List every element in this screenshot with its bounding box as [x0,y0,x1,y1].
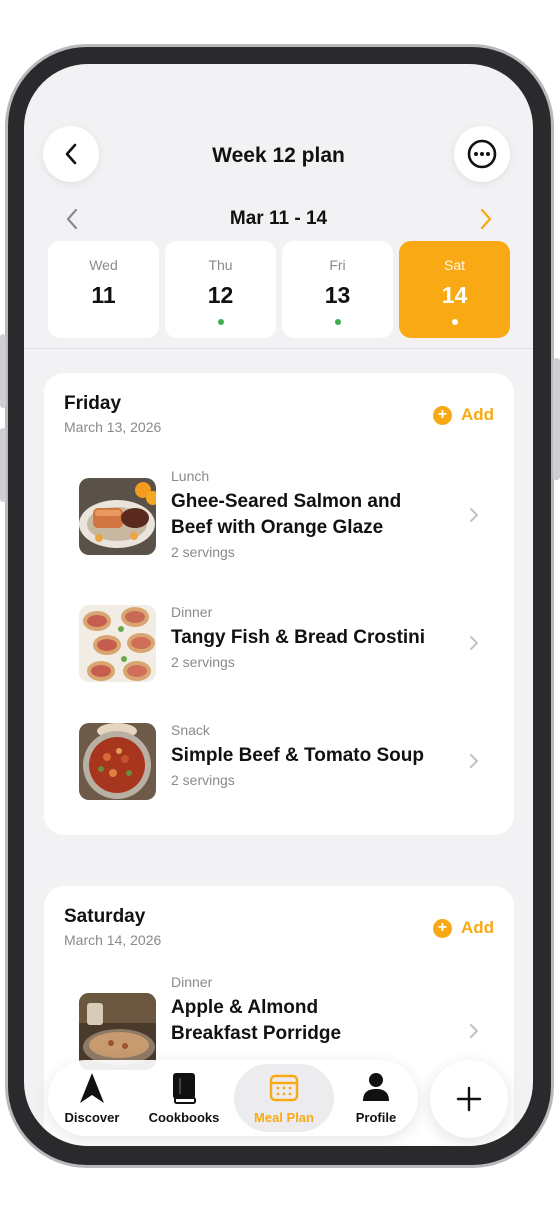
add-label: Add [460,405,494,424]
section-header: Saturday March 14, 2026 + Add [44,886,514,966]
book-icon [173,1073,196,1104]
day-number: 11 [91,282,116,308]
meal-servings: 2 servings [171,544,235,560]
day-tile-wed[interactable]: Wed 11 [48,241,159,338]
section-title: Friday [64,393,122,414]
person-icon [363,1073,389,1101]
ellipsis-circle-icon [467,139,497,169]
add-label: Add [460,918,494,937]
meal-servings: 2 servings [171,654,235,670]
has-meals-dot [334,319,341,325]
meal-type: Dinner [171,604,213,620]
meal-type: Snack [171,722,210,738]
day-number: 14 [441,282,468,308]
meal-thumbnail [79,605,156,682]
meal-name: Apple & Almond Breakfast Porridge [171,997,342,1044]
has-meals-dot [451,319,458,325]
calendar-icon [269,1074,299,1102]
phone-side-button [0,334,6,408]
tab-meal-plan[interactable]: Meal Plan [234,1064,334,1132]
day-selector: Wed 11 Thu 12 Fri 13 Sat 14 [48,241,510,338]
chevron-right-icon [470,508,478,522]
chevron-right-icon [470,754,478,768]
tab-label: Cookbooks [148,1110,220,1125]
app-screen: Week 12 plan Mar 11 - 14 Wed 11 Thu 12 F… [24,64,533,1146]
tab-discover[interactable]: Discover [52,1064,132,1132]
meal-thumbnail [79,993,156,1070]
day-tile-sat[interactable]: Sat 14 [399,241,510,338]
day-section-friday: Friday March 13, 2026 + Add Lunch Ghee-S… [44,373,514,835]
week-navigator: Mar 11 - 14 [24,204,533,234]
add-meal-button[interactable]: + Add [432,918,494,938]
navigation-arrow-icon [80,1073,104,1103]
tab-cookbooks[interactable]: Cookbooks [134,1064,234,1132]
more-options-button[interactable] [454,126,510,182]
tab-label: Discover [64,1110,120,1125]
meal-type: Lunch [171,468,210,484]
tab-label: Meal Plan [254,1110,314,1125]
day-name: Wed [89,257,118,273]
meal-name: Simple Beef & Tomato Soup [171,745,425,766]
next-week-button[interactable] [471,204,501,234]
day-name: Sat [443,257,465,273]
meal-thumbnail [79,478,156,555]
meal-item[interactable]: Snack Simple Beef & Tomato Soup 2 servin… [44,704,514,822]
day-name: Thu [208,257,233,273]
chevron-right-icon [470,636,478,650]
meal-name: Tangy Fish & Bread Crostini [171,627,426,648]
meal-thumbnail [79,723,156,800]
tab-bar: Discover Cookbooks Meal Plan Profile [48,1060,418,1136]
meal-type: Dinner [171,974,213,990]
meal-servings: 2 servings [171,772,235,788]
meal-item[interactable]: Lunch Ghee-Seared Salmon and Beef with O… [44,468,514,586]
day-tile-thu[interactable]: Thu 12 [165,241,276,338]
meal-item[interactable]: Dinner Tangy Fish & Bread Crostini 2 ser… [44,586,514,704]
section-title: Saturday [64,906,146,927]
phone-side-button [553,358,560,480]
day-tile-fri[interactable]: Fri 13 [282,241,393,338]
add-meal-button[interactable]: + Add [432,405,494,425]
tab-label: Profile [355,1110,397,1125]
phone-side-button [0,428,6,502]
section-header: Friday March 13, 2026 + Add [44,373,514,453]
plus-icon [456,1086,482,1112]
plus-circle-icon: + [432,405,452,425]
chevron-right-icon [470,1024,478,1038]
add-button[interactable] [430,1060,508,1138]
has-meals-dot [217,319,224,325]
day-name: Fri [329,257,346,273]
day-number: 13 [324,282,351,308]
tab-profile[interactable]: Profile [338,1064,414,1132]
day-number: 12 [207,282,234,308]
section-date: March 14, 2026 [64,932,162,948]
section-date: March 13, 2026 [64,419,162,435]
meal-name: Ghee-Seared Salmon and Beef with Orange … [171,491,402,538]
chevron-right-icon [480,208,492,230]
divider [24,348,533,349]
plus-circle-icon: + [432,918,452,938]
week-range-label: Mar 11 - 14 [229,208,328,229]
